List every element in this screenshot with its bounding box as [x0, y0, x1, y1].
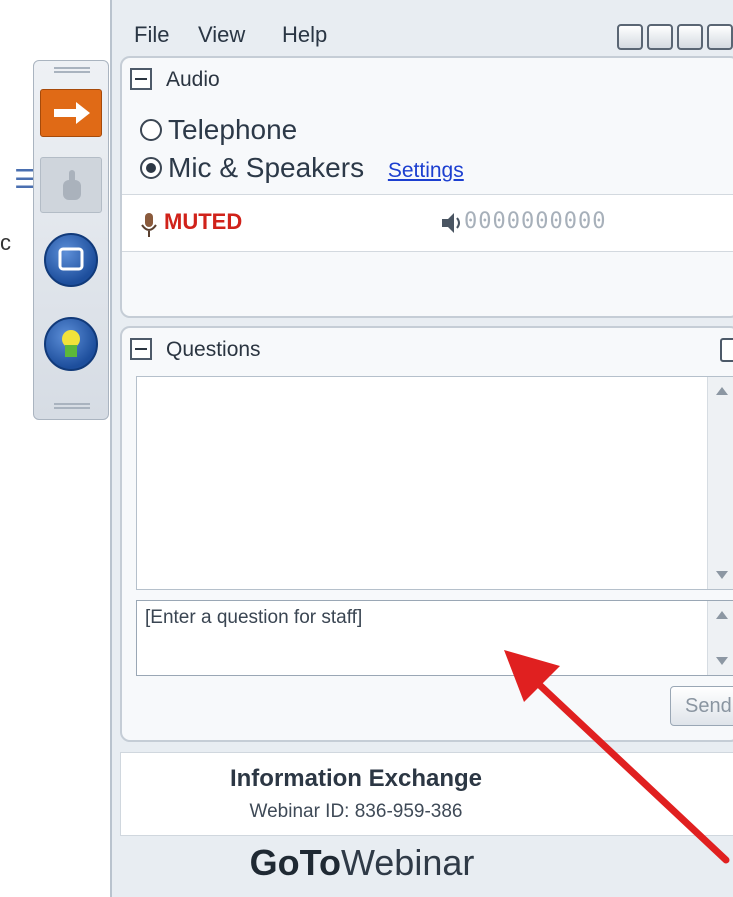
- brand-bold: GoTo: [249, 842, 341, 883]
- raise-hand-icon: [63, 170, 81, 200]
- screen-share-button[interactable]: [44, 233, 98, 287]
- webcam-button[interactable]: [44, 317, 98, 371]
- strip-grip-bottom[interactable]: [54, 403, 90, 409]
- questions-log-scrollbar[interactable]: [707, 377, 733, 589]
- scroll-down-icon[interactable]: [716, 571, 728, 579]
- raise-hand-button[interactable]: [40, 157, 102, 213]
- mic-speakers-radio[interactable]: [140, 156, 162, 179]
- telephone-option[interactable]: Telephone: [140, 114, 297, 146]
- arrow-right-icon: [54, 102, 90, 124]
- telephone-radio[interactable]: [140, 118, 162, 141]
- settings-link[interactable]: Settings: [388, 159, 464, 182]
- webcam-icon: [62, 330, 80, 357]
- audio-title: Audio: [166, 68, 220, 91]
- arrow-right-button[interactable]: [40, 89, 102, 137]
- restore-icon[interactable]: [647, 24, 673, 50]
- questions-collapse-button[interactable]: [130, 338, 152, 360]
- menu-help[interactable]: Help: [282, 22, 327, 48]
- side-fragment-text: c: [0, 230, 11, 255]
- questions-log: [136, 376, 733, 590]
- muted-status: MUTED: [164, 209, 243, 234]
- input-scroll-up-icon[interactable]: [716, 611, 728, 619]
- audio-header: Audio: [122, 58, 733, 102]
- questions-header: Questions: [122, 328, 733, 372]
- popout-icon[interactable]: [720, 338, 733, 362]
- audio-collapse-button[interactable]: [130, 68, 152, 90]
- mic-speakers-label: Mic & Speakers: [168, 152, 365, 183]
- screen-share-icon: [58, 247, 84, 271]
- questions-title: Questions: [166, 338, 261, 361]
- menu-file[interactable]: File: [134, 22, 169, 48]
- brand-light: Webinar: [340, 842, 475, 883]
- audio-level-meter: 0000000000: [464, 209, 607, 234]
- menu-bar: File View Help: [112, 10, 733, 56]
- audio-section: Audio Telephone Mic & Speakers Settings …: [120, 56, 733, 318]
- mute-status-bar: MUTED 0000000000: [122, 194, 733, 252]
- close-icon[interactable]: [707, 24, 733, 50]
- annotation-arrow-icon: [504, 650, 730, 864]
- minimize-icon[interactable]: [617, 24, 643, 50]
- scroll-up-icon[interactable]: [716, 387, 728, 395]
- speaker-icon: [442, 213, 460, 233]
- control-strip: [33, 60, 109, 420]
- maximize-icon[interactable]: [677, 24, 703, 50]
- telephone-label: Telephone: [168, 114, 298, 145]
- strip-grip-top[interactable]: [54, 67, 90, 73]
- mic-speakers-option[interactable]: Mic & Speakers Settings: [140, 152, 464, 184]
- menu-view[interactable]: View: [198, 22, 245, 48]
- mic-icon[interactable]: [140, 213, 158, 239]
